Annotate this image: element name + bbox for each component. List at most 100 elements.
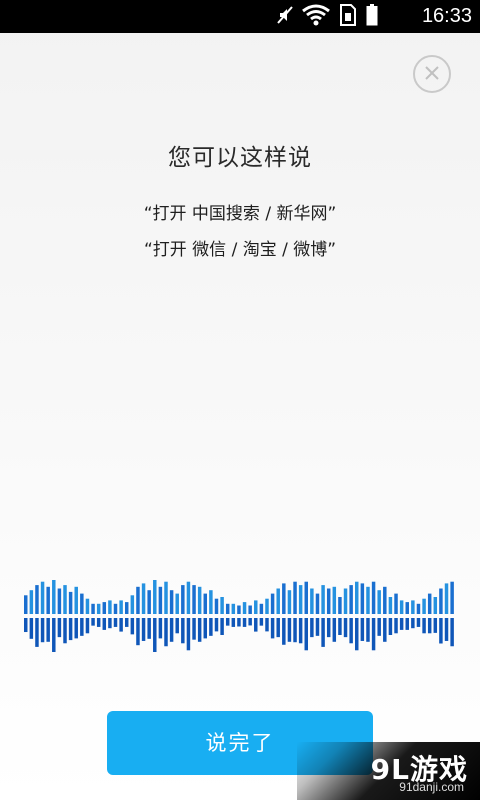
wave-bar-lower [427, 618, 432, 634]
wave-bar-upper [242, 602, 247, 614]
close-button[interactable] [413, 55, 451, 93]
wave-bar-upper [355, 581, 359, 614]
wave-bar-upper [169, 590, 174, 614]
wave-bar-upper [40, 581, 45, 614]
wave-bar-upper [29, 590, 34, 614]
wave-bar-upper [399, 600, 404, 614]
wave-bar-upper [237, 605, 241, 614]
wave-bar-upper [450, 581, 454, 614]
wave-bar-upper [203, 593, 208, 614]
wave-bar-upper [186, 581, 191, 614]
status-bar: 16:33 [0, 0, 480, 33]
status-time: 16:33 [421, 5, 472, 27]
wave-bar-upper [282, 583, 286, 614]
wave-bar-upper [439, 588, 443, 614]
wave-bar-lower [315, 618, 320, 636]
wave-bar-lower [287, 618, 292, 642]
wave-bar-upper [192, 585, 196, 614]
wave-bar-upper [315, 593, 320, 614]
wave-bar-upper [377, 590, 381, 614]
wave-bar-lower [259, 618, 264, 626]
wave-bar-lower [63, 618, 67, 644]
wave-bar-upper [136, 586, 140, 614]
wave-bar-lower [169, 618, 174, 642]
wave-bar-lower [377, 618, 381, 636]
wave-bar-lower [119, 618, 123, 632]
voice-waveform [24, 580, 454, 652]
wave-bar-upper [175, 593, 179, 614]
wave-bar-lower [349, 618, 353, 644]
watermark: 9L游戏 91danji.com [297, 742, 480, 800]
wave-bar-lower [74, 618, 78, 639]
wave-bar-upper [102, 602, 107, 614]
wave-bar-upper [141, 583, 146, 614]
wave-bar-upper [248, 605, 252, 614]
wave-bar-upper [287, 590, 292, 614]
wave-bar-lower [220, 618, 224, 635]
status-icons [277, 3, 378, 30]
wave-bar-upper [270, 593, 275, 614]
wave-bar-upper [124, 602, 129, 614]
wave-bar-lower [35, 618, 39, 647]
wave-bar-lower [371, 618, 376, 651]
wave-bar-upper [416, 603, 421, 614]
wave-bar-upper [158, 586, 163, 614]
wave-bar-upper [181, 585, 185, 614]
mute-icon [277, 5, 293, 29]
wave-bar-lower [130, 618, 135, 635]
wave-bar-upper [68, 591, 73, 614]
wave-bar-upper [57, 588, 62, 614]
wave-bar-lower [265, 618, 269, 632]
wave-bar-upper [164, 581, 168, 614]
wave-bar-lower [68, 618, 73, 641]
wave-bar-upper [46, 586, 50, 614]
wave-bar-upper [298, 585, 303, 614]
wave-bar-upper [130, 595, 135, 614]
wave-bar-lower [444, 618, 449, 641]
wave-bar-lower [231, 618, 236, 627]
wave-bar-upper [153, 580, 157, 614]
wave-bar-lower [46, 618, 50, 642]
hint-example-2: “打开 微信 / 淘宝 / 微博” [143, 240, 337, 260]
wave-bar-lower [254, 618, 258, 632]
wave-bar-upper [276, 588, 280, 614]
wave-bar-lower [383, 618, 387, 642]
wave-bar-lower [147, 618, 151, 639]
wave-bar-lower [248, 618, 252, 626]
wave-bar-lower [186, 618, 191, 651]
wave-bar-upper [254, 600, 258, 614]
wave-bar-lower [175, 618, 179, 634]
wave-bar-lower [399, 618, 404, 630]
wave-bar-upper [310, 588, 314, 614]
wave-bar-lower [366, 618, 370, 642]
wave-bar-lower [214, 618, 219, 632]
wave-bar-upper [220, 597, 224, 614]
wave-bar-lower [209, 618, 213, 636]
wifi-icon [302, 4, 330, 30]
wave-bar-upper [35, 585, 39, 614]
sim-icon [339, 3, 357, 30]
wave-bar-lower [416, 618, 421, 627]
battery-icon [366, 3, 378, 30]
wave-bar-upper [360, 583, 365, 614]
wave-bar-upper [293, 581, 297, 614]
wave-bar-upper [411, 600, 415, 614]
wave-bar-lower [24, 618, 28, 633]
wave-bar-lower [181, 618, 185, 644]
wave-bar-upper [259, 603, 264, 614]
wave-bar-upper [80, 593, 84, 614]
wave-bar-lower [203, 618, 208, 639]
wave-bar-upper [366, 586, 370, 614]
wave-bar-lower [124, 618, 129, 627]
wave-bar-lower [310, 618, 314, 638]
wave-bar-lower [433, 618, 438, 633]
wave-bar-upper [422, 598, 426, 614]
hint-example-1: “打开 中国搜索 / 新华网” [143, 204, 337, 224]
close-icon [425, 65, 439, 84]
wave-bar-upper [326, 588, 331, 614]
wave-bar-lower [343, 618, 348, 638]
wave-bar-lower [298, 618, 303, 644]
wave-bar-upper [349, 585, 353, 614]
wave-bar-lower [242, 618, 247, 627]
wave-bar-upper [63, 585, 67, 614]
